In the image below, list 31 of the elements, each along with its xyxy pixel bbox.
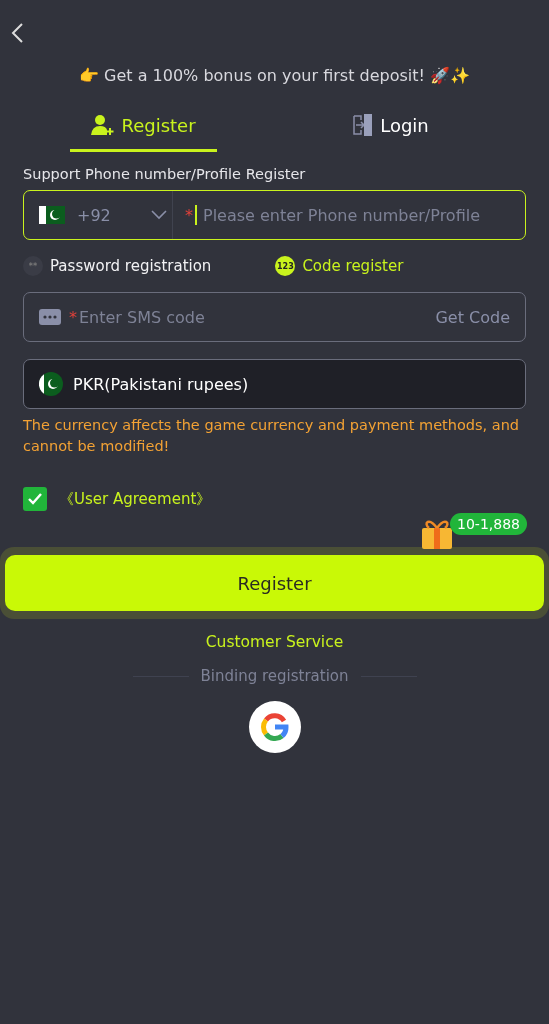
phone-field[interactable]: +92 * Please enter Phone number/Profile xyxy=(23,190,526,240)
chevron-down-icon xyxy=(151,210,167,220)
mode-option[interactable]: ** Password registration xyxy=(23,256,212,276)
sms-code-input[interactable]: Enter SMS code xyxy=(79,307,430,327)
user-agreement-link[interactable]: 《User Agreement》 xyxy=(59,489,212,509)
back-icon[interactable] xyxy=(10,22,24,44)
checkbox[interactable] xyxy=(23,487,47,511)
currency-field[interactable]: PKR(Pakistani rupees) xyxy=(23,359,526,409)
door-icon xyxy=(352,113,375,137)
message-icon xyxy=(39,309,61,325)
flag-icon xyxy=(39,372,63,396)
required-mark: * xyxy=(185,205,193,225)
bonus-badge: 10-1,888 xyxy=(450,513,527,535)
required-mark: * xyxy=(69,307,77,327)
phone-input[interactable]: Please enter Phone number/Profile xyxy=(203,205,510,225)
field-label: Support Phone number/Profile Register xyxy=(23,166,307,182)
user-plus-icon xyxy=(91,114,116,136)
check-icon xyxy=(27,492,43,506)
flag-icon xyxy=(39,206,65,224)
get-code-button[interactable]: Get Code xyxy=(435,307,510,327)
customer-service-link[interactable]: Customer Service xyxy=(0,633,549,651)
promo-text: 👉 Get a 100% bonus on your first deposit! 🚀✨ xyxy=(78,66,471,85)
tab[interactable]: Login xyxy=(317,107,464,152)
tab[interactable]: Register xyxy=(70,107,217,152)
binding-label: Binding registration xyxy=(200,667,349,685)
mode-option[interactable]: 123 Code register xyxy=(275,256,404,276)
sms-code-field[interactable]: *Enter SMS code Get Code xyxy=(23,292,526,342)
currency-warning: The currency affects the game currency and payment methods, and cannot be modified! xyxy=(23,416,521,456)
register-button[interactable]: Register xyxy=(5,555,544,611)
google-icon[interactable] xyxy=(248,701,301,753)
country-code: +92 xyxy=(77,205,112,225)
